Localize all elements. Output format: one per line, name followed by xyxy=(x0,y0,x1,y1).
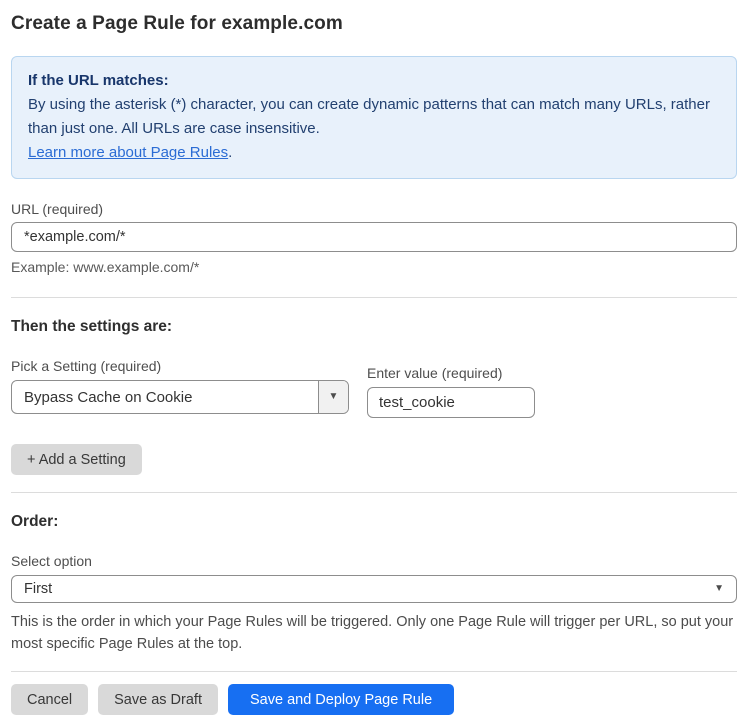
order-section-heading: Order: xyxy=(11,513,737,531)
setting-select-value: Bypass Cache on Cookie xyxy=(12,389,318,406)
footer-actions: Cancel Save as Draft Save and Deploy Pag… xyxy=(11,684,737,715)
page-rules-learn-more-link[interactable]: Learn more about Page Rules xyxy=(28,144,228,161)
page-title: Create a Page Rule for example.com xyxy=(11,13,737,35)
cancel-button[interactable]: Cancel xyxy=(11,684,88,715)
page-rule-form: Create a Page Rule for example.com If th… xyxy=(0,0,750,715)
url-input[interactable] xyxy=(11,222,737,252)
setting-select-arrow-button[interactable]: ▼ xyxy=(318,381,348,413)
chevron-down-icon: ▼ xyxy=(714,584,736,594)
setting-value-input[interactable] xyxy=(367,387,535,418)
section-divider xyxy=(11,297,737,298)
order-select-label: Select option xyxy=(11,553,737,569)
setting-value-label: Enter value (required) xyxy=(367,365,535,381)
setting-value-column: Enter value (required) xyxy=(367,343,535,418)
save-draft-button[interactable]: Save as Draft xyxy=(98,684,218,715)
order-select[interactable]: First ▼ xyxy=(11,575,737,603)
url-field-label: URL (required) xyxy=(11,201,737,217)
setting-select[interactable]: Bypass Cache on Cookie ▼ xyxy=(11,380,349,414)
section-divider xyxy=(11,492,737,493)
info-box-text: By using the asterisk (*) character, you… xyxy=(28,96,710,137)
url-match-info-box: If the URL matches: By using the asteris… xyxy=(11,56,737,179)
order-select-value: First xyxy=(12,581,64,597)
add-setting-button[interactable]: + Add a Setting xyxy=(11,444,142,475)
settings-row: Pick a Setting (required) Bypass Cache o… xyxy=(11,336,737,418)
footer-divider xyxy=(11,671,737,672)
setting-picker-column: Pick a Setting (required) Bypass Cache o… xyxy=(11,336,349,418)
info-box-heading: If the URL matches: xyxy=(28,69,720,93)
settings-section-heading: Then the settings are: xyxy=(11,318,737,336)
url-example-helper: Example: www.example.com/* xyxy=(11,259,737,275)
link-suffix: . xyxy=(228,144,232,161)
chevron-down-icon: ▼ xyxy=(329,392,339,402)
setting-picker-label: Pick a Setting (required) xyxy=(11,358,349,374)
order-helper-text: This is the order in which your Page Rul… xyxy=(11,611,737,655)
info-box-body: By using the asterisk (*) character, you… xyxy=(28,93,720,165)
save-deploy-button[interactable]: Save and Deploy Page Rule xyxy=(228,684,454,715)
